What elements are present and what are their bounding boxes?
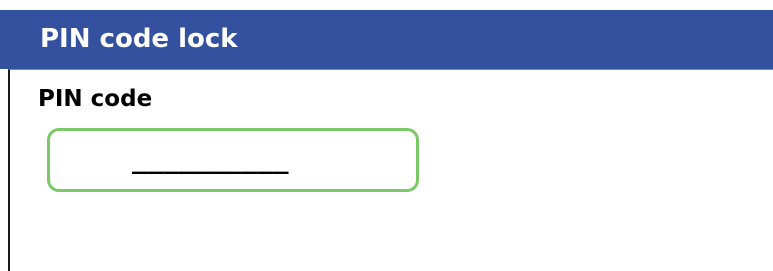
- pin-code-lock-window: PIN code lock PIN code __________: [0, 0, 773, 271]
- dialog-content: PIN code __________: [8, 69, 773, 271]
- pin-code-label: PIN code: [38, 86, 153, 112]
- title-bar: PIN code lock: [0, 10, 773, 69]
- pin-code-input[interactable]: __________: [47, 128, 419, 192]
- dialog-title: PIN code lock: [40, 24, 238, 54]
- pin-code-masked-value: __________: [132, 145, 289, 175]
